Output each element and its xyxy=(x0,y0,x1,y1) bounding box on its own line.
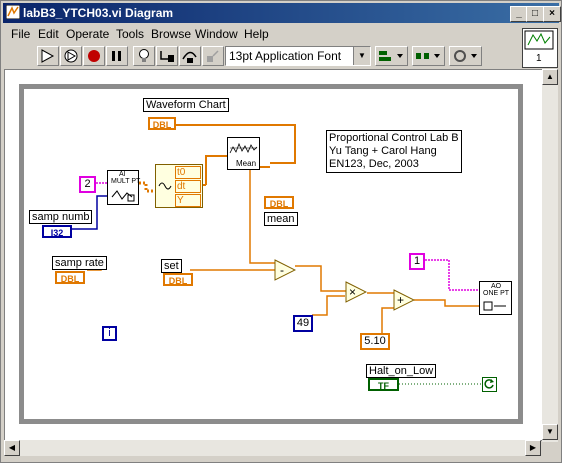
mean-graph-icon xyxy=(229,142,258,154)
maximize-button[interactable]: □ xyxy=(526,6,544,22)
set-control-terminal[interactable]: DBL xyxy=(163,273,193,286)
scroll-down-button[interactable]: ▼ xyxy=(542,424,558,440)
toolbar: 13pt Application Font ▼ xyxy=(3,44,523,68)
run-button[interactable] xyxy=(37,46,59,66)
highlight-execution-button[interactable] xyxy=(133,46,155,66)
align-objects-button[interactable] xyxy=(375,46,408,66)
add-symbol: + xyxy=(397,293,404,307)
font-dropdown[interactable]: 13pt Application Font ▼ xyxy=(225,46,371,66)
step-over-icon xyxy=(182,51,197,63)
reorder-icon xyxy=(454,50,477,62)
comment-line-1: Proportional Control Lab B xyxy=(329,132,459,144)
title-bar[interactable]: labB3_YTCH03.vi Diagram _ □ × xyxy=(3,3,561,23)
step-into-button[interactable] xyxy=(156,46,178,66)
menu-window[interactable]: Window xyxy=(195,27,238,41)
loop-iteration-terminal[interactable]: i xyxy=(102,326,117,341)
constant-2[interactable]: 2 xyxy=(79,176,96,193)
step-out-button[interactable] xyxy=(202,46,224,66)
waveform-chart-label[interactable]: Waveform Chart xyxy=(143,98,229,112)
continue-arrow-icon xyxy=(484,379,494,389)
constant-1[interactable]: 1 xyxy=(409,253,425,270)
comment-line-2: Yu Tang + Carol Hang xyxy=(329,145,437,157)
waveform-port-t0[interactable]: t0 xyxy=(175,166,201,179)
multiply-function-node[interactable]: × xyxy=(345,281,367,303)
multiply-symbol: × xyxy=(349,285,356,299)
step-out-icon xyxy=(207,50,219,62)
window-title: labB3_YTCH03.vi Diagram xyxy=(23,6,174,20)
samp-numb-terminal[interactable]: I32 xyxy=(42,225,72,238)
loop-condition-terminal[interactable] xyxy=(482,377,497,392)
step-into-icon xyxy=(160,51,174,62)
waveform-port-y[interactable]: Y xyxy=(175,194,201,207)
stop-sign-icon xyxy=(88,50,100,62)
pause-button[interactable] xyxy=(106,46,128,66)
constant-49[interactable]: 49 xyxy=(293,315,313,332)
light-bulb-icon xyxy=(139,49,149,62)
close-button[interactable]: × xyxy=(543,6,561,22)
chevron-down-icon: ▼ xyxy=(353,47,370,65)
mean-label[interactable]: mean xyxy=(264,212,298,226)
distribute-objects-icon xyxy=(416,53,440,59)
run-continuously-icon xyxy=(64,49,78,63)
run-continuously-button[interactable] xyxy=(60,46,82,66)
comment-box[interactable]: Proportional Control Lab B Yu Tang + Car… xyxy=(326,130,462,173)
vi-diagram-window: labB3_YTCH03.vi Diagram _ □ × File Edit … xyxy=(0,0,562,463)
waveform-port-dt[interactable]: dt xyxy=(175,180,201,193)
subtract-function-node[interactable]: - xyxy=(274,259,296,281)
vi-icon xyxy=(524,30,554,50)
menu-bar: File Edit Operate Tools Browse Window He… xyxy=(3,25,523,43)
samp-rate-terminal[interactable]: DBL xyxy=(55,271,85,284)
pause-icon xyxy=(112,51,121,61)
menu-browse[interactable]: Browse xyxy=(151,27,191,41)
mean-vi-node[interactable]: Mean xyxy=(227,137,260,170)
constant-5-10[interactable]: 5.10 xyxy=(360,333,390,350)
step-over-button[interactable] xyxy=(179,46,201,66)
build-waveform-node[interactable]: t0 dt Y xyxy=(155,164,203,208)
comment-line-3: EN123, Dec, 2003 xyxy=(329,158,419,170)
vi-icon-connector-pane[interactable]: 1 xyxy=(522,28,558,68)
ao-node-text-2: ONE PT xyxy=(483,290,510,297)
waveform-bundle-icon xyxy=(158,182,172,190)
connector-number: 1 xyxy=(536,53,542,64)
scroll-right-button[interactable]: ▶ xyxy=(525,440,541,456)
ao-one-point-vi-node[interactable]: AO ONE PT xyxy=(479,281,512,315)
align-objects-icon xyxy=(379,51,403,61)
menu-tools[interactable]: Tools xyxy=(116,27,144,41)
abort-button[interactable] xyxy=(83,46,105,66)
menu-operate[interactable]: Operate xyxy=(66,27,109,41)
samp-numb-label[interactable]: samp numb xyxy=(29,210,93,224)
vertical-scrollbar[interactable]: ▲ ▼ xyxy=(542,69,558,442)
wire-layer xyxy=(72,124,483,385)
distribute-objects-button[interactable] xyxy=(412,46,445,66)
subtract-symbol: - xyxy=(280,263,284,277)
ao-output-icon xyxy=(483,301,506,311)
reorder-button[interactable] xyxy=(449,46,482,66)
halt-on-low-label[interactable]: Halt_on_Low xyxy=(366,364,437,378)
horizontal-scrollbar[interactable]: ◀ ▶ xyxy=(4,440,541,456)
scroll-up-button[interactable]: ▲ xyxy=(542,69,558,85)
labview-diagram-icon xyxy=(6,5,20,19)
set-label[interactable]: set xyxy=(161,259,182,273)
menu-edit[interactable]: Edit xyxy=(38,27,59,41)
waveform-chart-terminal[interactable]: DBL xyxy=(148,117,176,130)
samp-rate-label[interactable]: samp rate xyxy=(52,256,107,270)
ai-node-text-2: MULT PT xyxy=(111,178,141,185)
mean-indicator-terminal[interactable]: DBL xyxy=(264,196,294,209)
run-arrow-icon xyxy=(41,49,55,63)
ai-multi-point-vi-node[interactable]: AI MULT PT xyxy=(107,170,141,205)
font-dropdown-value: 13pt Application Font xyxy=(229,49,342,63)
scroll-left-button[interactable]: ◀ xyxy=(4,440,20,456)
halt-on-low-terminal[interactable]: TF xyxy=(368,378,399,391)
ai-waveform-icon xyxy=(111,190,135,202)
block-diagram-canvas[interactable]: Waveform Chart DBL Proportional Control … xyxy=(4,69,543,441)
add-function-node[interactable]: + xyxy=(393,289,415,311)
mean-node-text: Mean xyxy=(236,159,257,168)
menu-help[interactable]: Help xyxy=(244,27,269,41)
menu-file[interactable]: File xyxy=(11,27,30,41)
